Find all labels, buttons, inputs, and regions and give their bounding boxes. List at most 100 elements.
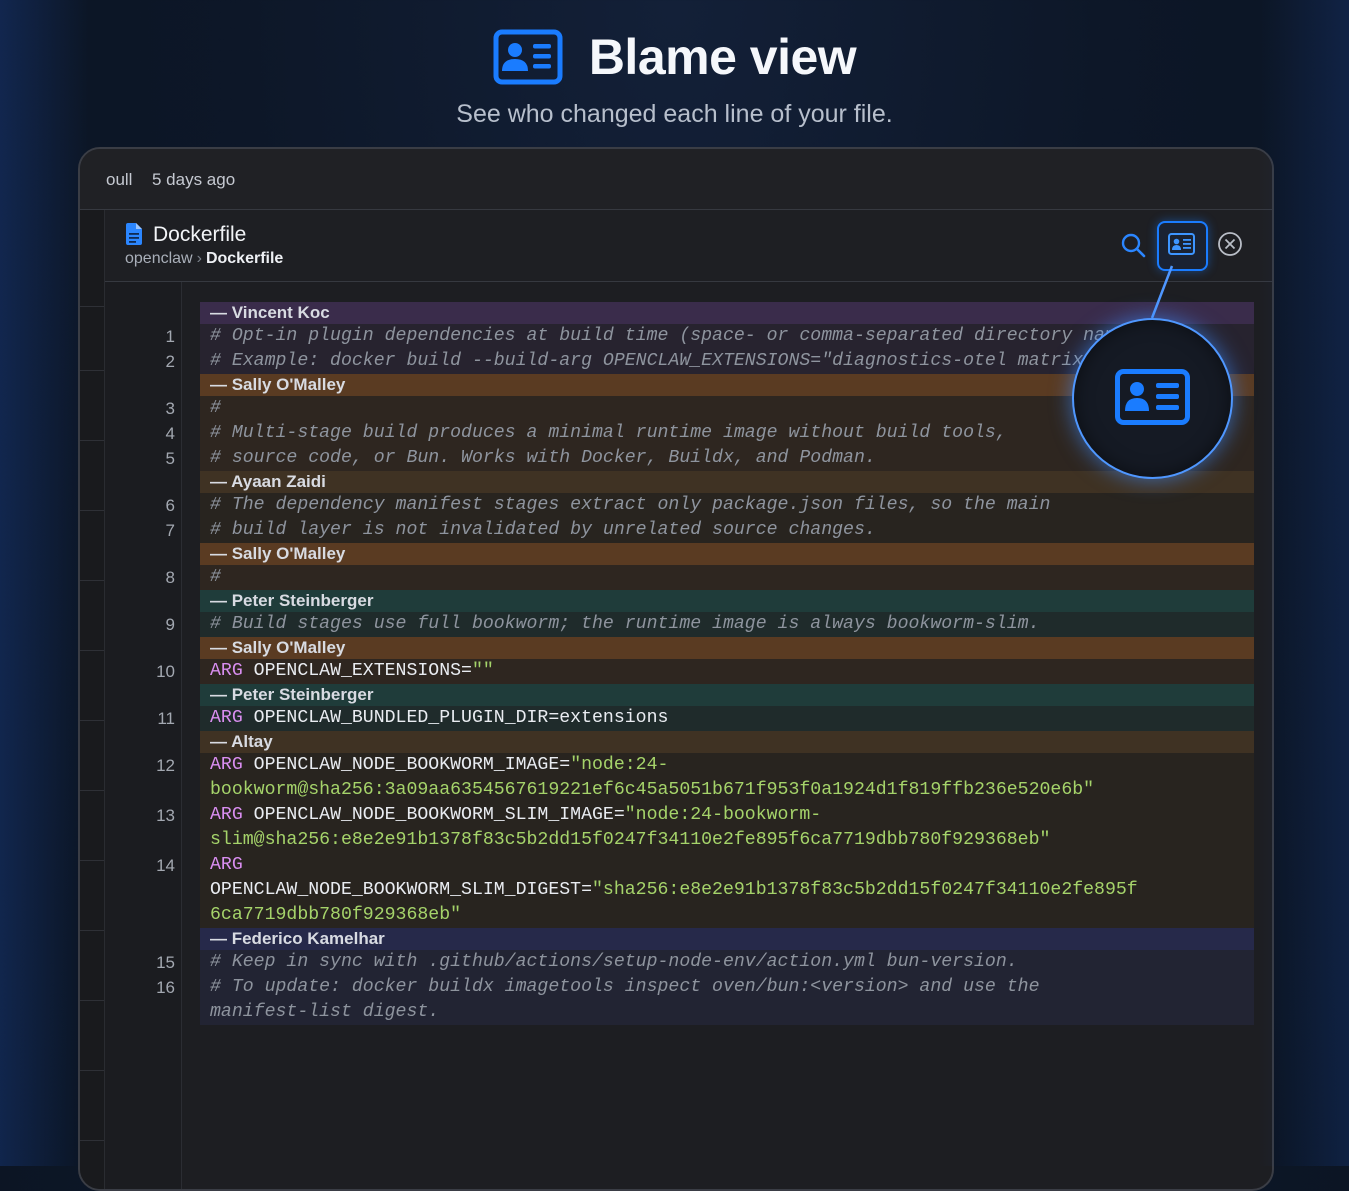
line-number: 1 [165,327,175,346]
code-line[interactable]: 13 ARG OPENCLAW_NODE_BOOKWORM_SLIM_IMAGE=… [156,803,1254,853]
line-number: 3 [165,399,175,418]
code-token: # build layer is not invalidated by unre… [210,520,876,540]
blame-hunk-body: 10 ARG OPENCLAW_EXTENSIONS="" [156,659,1254,684]
code-token: ARG [210,855,243,875]
commit-bar: oull 5 days ago [80,149,1272,210]
code-token: # Keep in sync with .github/actions/setu… [210,952,1018,972]
editor-window: oull 5 days ago Dockerfile openclaw › Dock… [78,147,1274,1191]
code-line[interactable]: 12 ARG OPENCLAW_NODE_BOOKWORM_IMAGE="node… [156,753,1254,803]
line-number: 10 [156,662,175,681]
code-line[interactable]: 14 ARG OPENCLAW_NODE_BOOKWORM_SLIM_DIGEST… [156,853,1254,928]
line-number: 2 [165,352,175,371]
blame-hunk-body: 8 # [166,565,1254,590]
page-title: Blame view [588,29,857,85]
blame-author[interactable]: — Peter Steinberger [200,684,1254,706]
page-subtitle: See who changed each line of your file. [456,100,893,128]
code-token: OPENCLAW_BUNDLED_PLUGIN_DIR=extensions [242,708,669,728]
blame-hunk-body: 12 ARG OPENCLAW_NODE_BOOKWORM_IMAGE="node… [156,753,1254,928]
strip-divider [80,1070,104,1071]
blame-hunk-body: 6 # The dependency manifest stages extrac… [166,493,1254,543]
code-token: OPENCLAW_NODE_BOOKWORM_SLIM_DIGEST= [210,880,592,900]
code-token: OPENCLAW_NODE_BOOKWORM_SLIM_IMAGE= [242,805,625,825]
hero: Blame view See who changed each line of … [0,26,1349,129]
blame-hunk: — Peter Steinberger 9 # Build stages use f… [166,590,1254,637]
line-number: 6 [165,496,175,515]
id-card-icon [1115,369,1190,425]
code-token: ARG [210,661,243,681]
blame-hunk: — Federico Kamelhar 15 # Keep in sync with… [156,928,1254,1025]
breadcrumb-current: Dockerfile [205,250,284,267]
blame-hunk-body: 15 # Keep in sync with .github/actions/se… [156,950,1254,1025]
strip-divider [80,790,104,791]
code-line[interactable]: 7 # build layer is not invalidated by unr… [166,518,1254,543]
document-icon [126,223,142,245]
code-line[interactable]: 16 # To update: docker buildx imagetools … [156,975,1254,1025]
blame-author[interactable]: — Federico Kamelhar [200,928,1254,950]
search-icon[interactable] [1120,232,1146,258]
line-number: 12 [156,756,175,775]
id-card-icon [493,29,563,85]
line-number: 9 [165,615,175,634]
blame-hunk-body: 11 ARG OPENCLAW_BUNDLED_PLUGIN_DIR=extens… [157,706,1254,731]
code-token: # Opt-in plugin dependencies at build ti… [210,326,1160,346]
code-token: OPENCLAW_NODE_BOOKWORM_IMAGE= [242,755,571,775]
strip-divider [80,1000,104,1001]
strip-divider [80,650,104,651]
breadcrumb-separator: › [196,250,202,267]
blame-author[interactable]: — Vincent Koc [200,302,1254,324]
code-token: # [210,398,221,418]
line-number: 4 [165,424,175,443]
close-circle-icon[interactable] [1217,231,1243,257]
code-line[interactable]: 15 # Keep in sync with .github/actions/se… [156,950,1254,975]
hero-row: Blame view [0,26,1349,88]
commit-time: 5 days ago [152,170,236,189]
line-number: 13 [156,806,175,825]
line-number: 14 [156,856,175,875]
id-card-icon [1168,233,1195,255]
blame-author[interactable]: — Ayaan Zaidi [200,471,1254,493]
code-token: # [210,567,221,587]
code-token: # source code, or Bun. Works with Docker… [210,448,876,468]
strip-divider [80,1140,104,1141]
code-line[interactable]: 10 ARG OPENCLAW_EXTENSIONS="" [156,659,1254,684]
blame-hunk: — Peter Steinberger 11 ARG OPENCLAW_BUNDLE… [157,684,1254,731]
code-line[interactable]: 6 # The dependency manifest stages extrac… [166,493,1254,518]
blame-author[interactable]: — Sally O'Malley [200,543,1254,565]
code-line[interactable]: 9 # Build stages use full bookworm; the r… [166,612,1254,637]
blame-author[interactable]: — Altay [200,731,1254,753]
blame-button-magnifier [1072,318,1233,479]
line-number: 15 [156,953,175,972]
blame-hunk-body: 9 # Build stages use full bookworm; the r… [166,612,1254,637]
blame-view-button[interactable] [1157,221,1208,271]
breadcrumb-root[interactable]: openclaw [125,250,193,267]
code-token: # The dependency manifest stages extract… [210,495,1051,515]
code-token: # To update: docker buildx imagetools in… [210,977,1040,1022]
line-number: 11 [157,709,175,728]
strip-divider [80,306,104,307]
code-token: "" [471,661,494,681]
line-number: 8 [165,568,175,587]
file-name: Dockerfile [153,223,247,246]
blame-author[interactable]: — Peter Steinberger [200,590,1254,612]
line-number: 5 [165,449,175,468]
code-line[interactable]: 11 ARG OPENCLAW_BUNDLED_PLUGIN_DIR=extens… [157,706,1254,731]
line-number: 7 [165,521,175,540]
breadcrumb: openclaw › Dockerfile [125,250,283,268]
code-token: # Multi-stage build produces a minimal r… [210,423,1007,443]
blame-hunk: — Altay 12 ARG OPENCLAW_NODE_BOOKWORM_IMAG… [156,731,1254,928]
blame-author[interactable]: — Sally O'Malley [200,637,1254,659]
code-line[interactable]: 8 # [166,565,1254,590]
code-token: ARG [210,755,243,775]
code-token: ARG [210,708,243,728]
code-token: # Build stages use full bookworm; the ru… [210,614,1040,634]
code-token: OPENCLAW_EXTENSIONS= [242,661,472,681]
blame-hunk: — Ayaan Zaidi 6 # The dependency manifest … [166,471,1254,543]
strip-divider [80,930,104,931]
file-header: Dockerfile openclaw › Dockerfile [105,210,1272,282]
code-token: ARG [210,805,243,825]
blame-hunk: — Sally O'Malley 10 ARG OPENCLAW_EXTENSION… [156,637,1254,684]
line-number: 16 [156,978,175,997]
commit-author[interactable]: oull [106,170,132,190]
code-token: # Example: docker build --build-arg OPEN… [210,351,1116,371]
blame-hunk: — Sally O'Malley 8 # [166,543,1254,590]
